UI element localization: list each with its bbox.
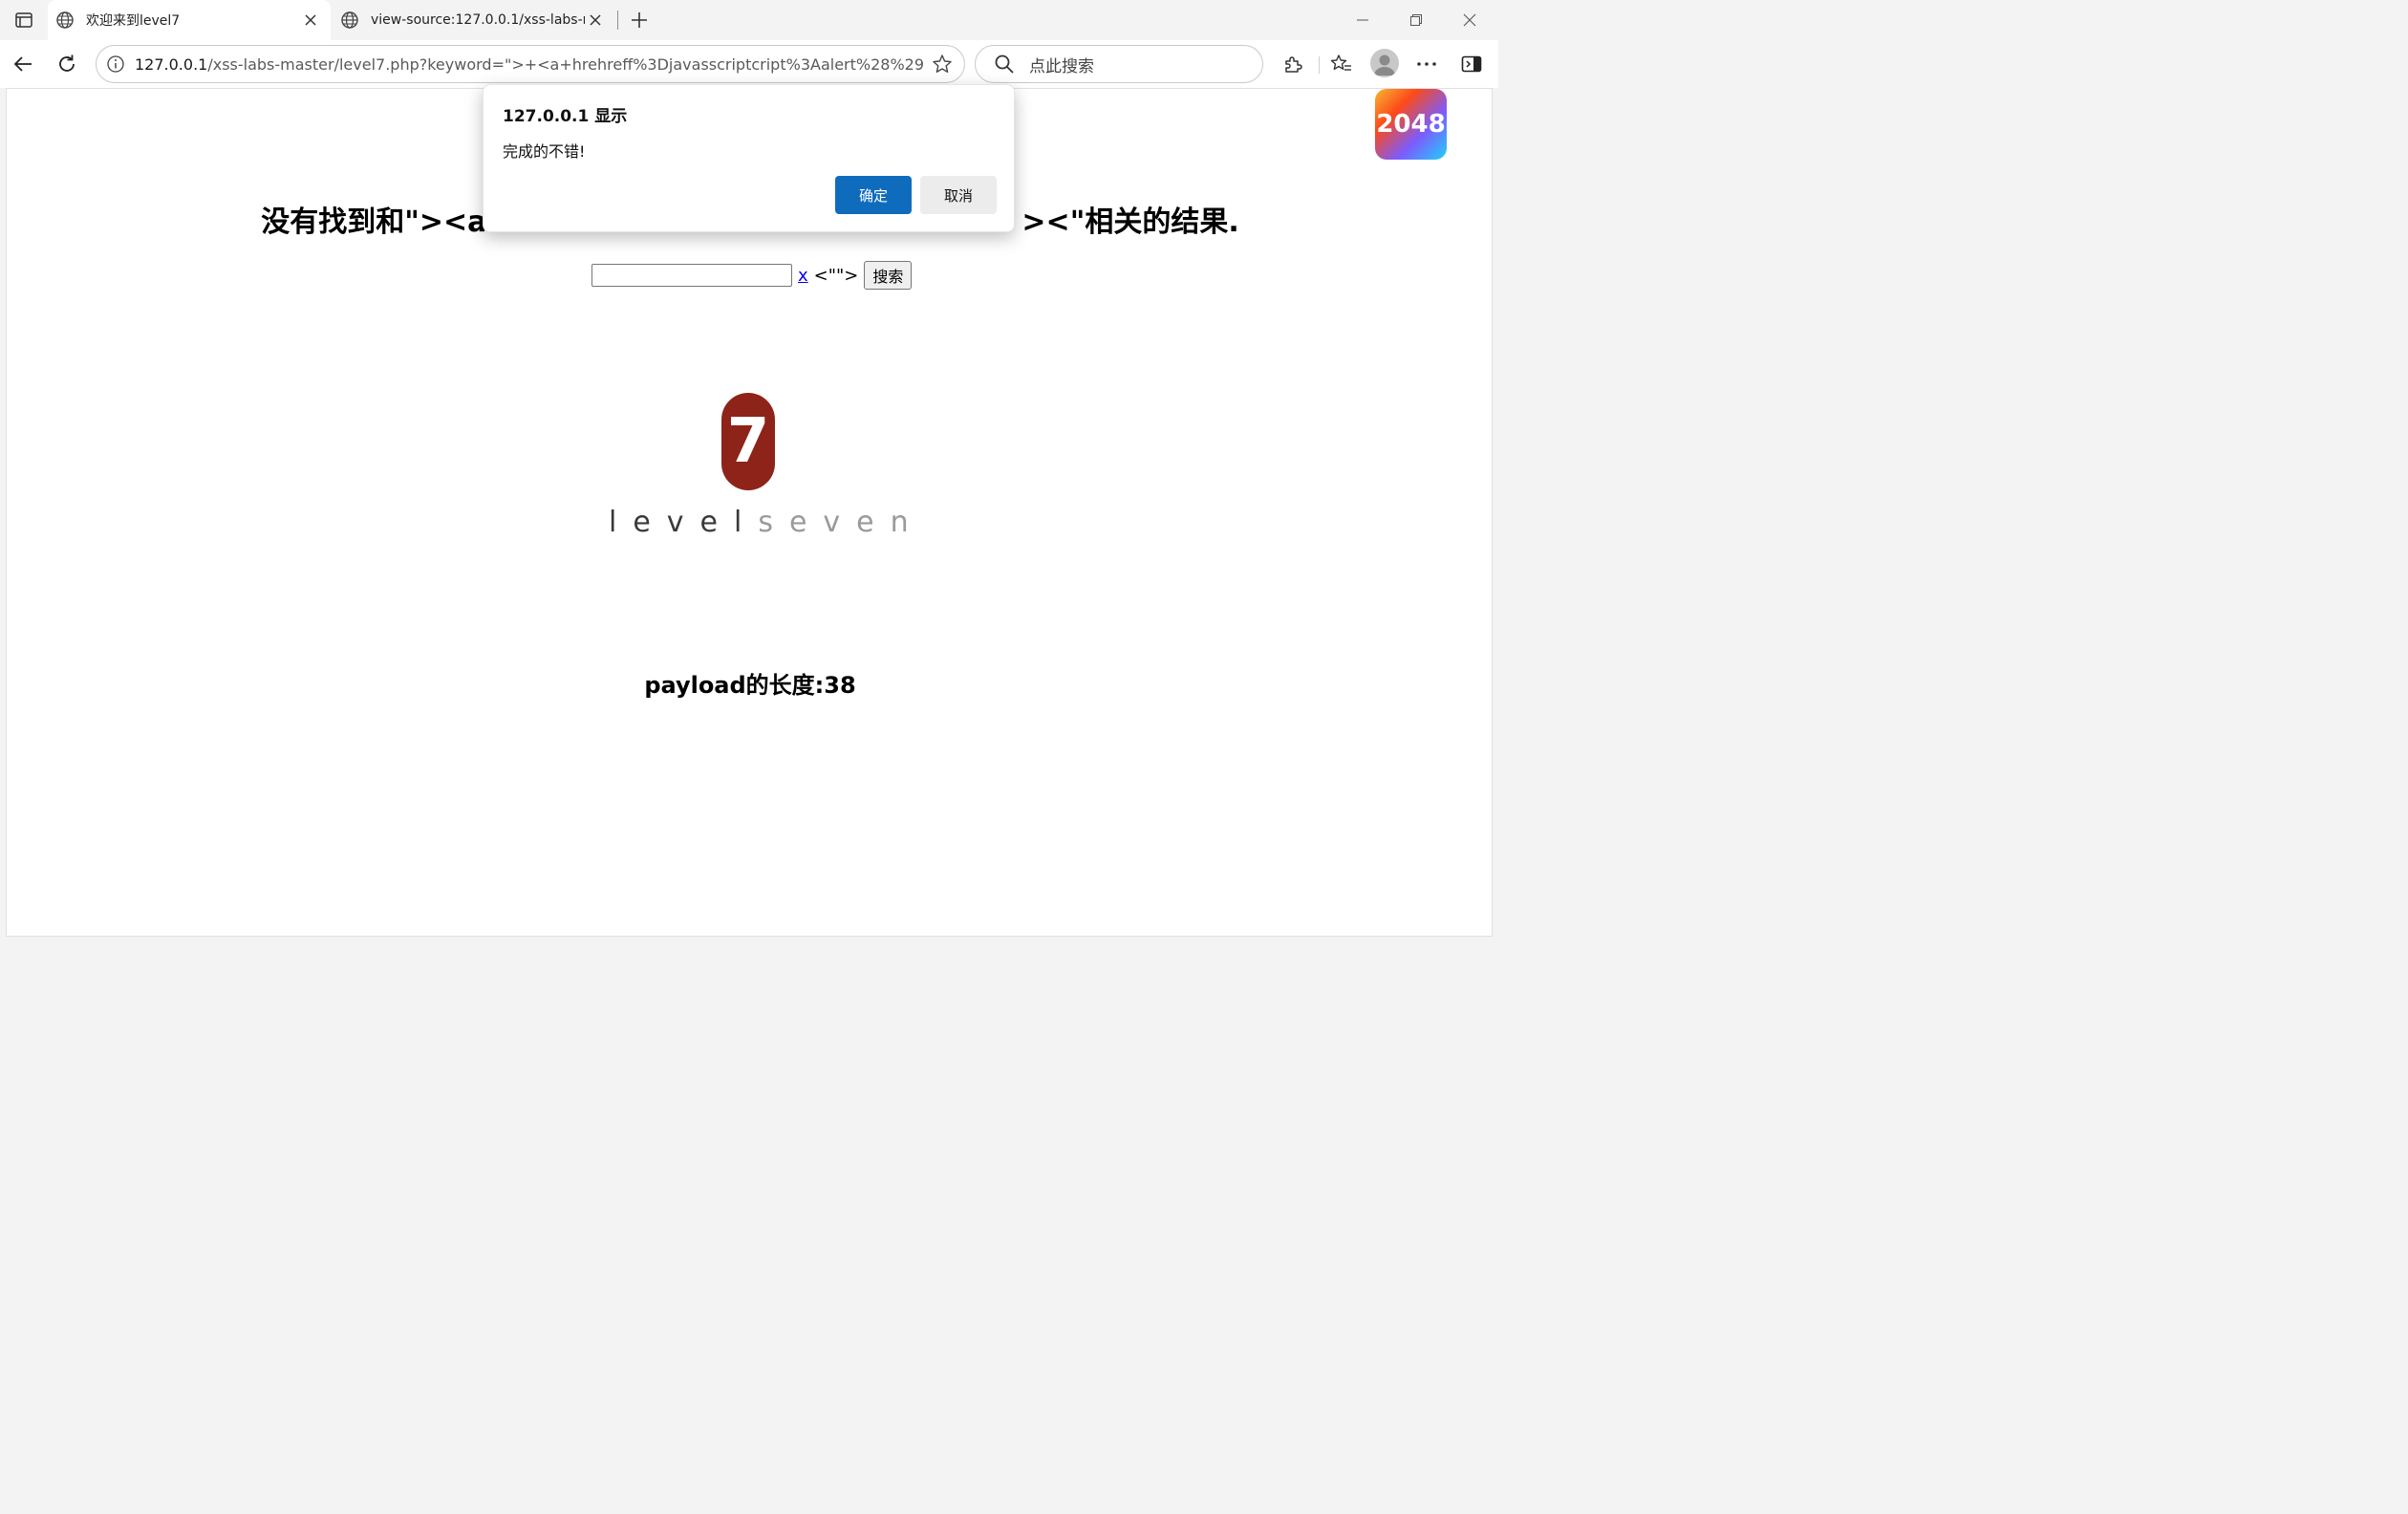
payload-length: payload的长度:38 — [644, 672, 856, 699]
globe-icon — [55, 11, 75, 30]
tab-title: view-source:127.0.0.1/xss-labs-ma — [371, 12, 585, 28]
heading-right: ><"相关的结果. — [1021, 205, 1239, 239]
back-button[interactable] — [6, 47, 40, 81]
close-icon[interactable] — [300, 10, 321, 31]
url-host: 127.0.0.1 — [135, 54, 208, 74]
close-icon[interactable] — [585, 10, 606, 31]
globe-icon — [340, 11, 359, 30]
alert-dialog: 127.0.0.1 显示 完成的不错! 确定 取消 — [483, 84, 1015, 232]
injected-text: <""> — [813, 265, 859, 286]
url-text[interactable]: 127.0.0.1/xss-labs-master/level7.php?key… — [135, 55, 923, 74]
minimize-icon — [1357, 19, 1368, 21]
window-close-button[interactable] — [1443, 0, 1496, 40]
tab-actions-button[interactable] — [8, 6, 40, 34]
search-icon — [983, 54, 1025, 75]
extensions-button[interactable] — [1276, 47, 1310, 81]
refresh-icon — [59, 54, 75, 72]
game-2048-badge[interactable]: 2048 — [1375, 89, 1447, 160]
sidebar-icon — [1461, 55, 1482, 73]
site-info-icon[interactable] — [97, 54, 135, 74]
tab-level7[interactable]: 欢迎来到level7 — [48, 0, 331, 40]
tab-view-source[interactable]: view-source:127.0.0.1/xss-labs-ma — [333, 0, 615, 40]
cancel-button[interactable]: 取消 — [920, 176, 997, 214]
keyword-input[interactable] — [591, 264, 792, 287]
toolbar-separator — [1319, 56, 1320, 74]
web-search-box[interactable]: 点此搜索 — [975, 45, 1263, 83]
logo-wordmark: levelseven — [609, 506, 909, 539]
favorites-list-icon — [1330, 54, 1351, 71]
ok-button[interactable]: 确定 — [835, 176, 912, 214]
tab-strip: 欢迎来到level7 view-source:127.0.0.1/xss-lab… — [0, 0, 1498, 40]
logo-word-dark: level — [609, 506, 759, 539]
search-form: x <""> 搜索 — [591, 261, 913, 290]
minimize-button[interactable] — [1336, 0, 1389, 40]
refresh-button[interactable] — [50, 47, 84, 81]
dialog-origin: 127.0.0.1 显示 — [503, 107, 628, 126]
injected-link[interactable]: x — [798, 266, 808, 286]
profile-avatar[interactable] — [1370, 49, 1399, 77]
puzzle-icon — [1285, 56, 1302, 73]
search-submit-button[interactable]: 搜索 — [864, 261, 913, 290]
logo-digit: 7 — [721, 393, 775, 490]
restore-icon — [1410, 14, 1422, 26]
close-icon — [1463, 13, 1476, 27]
heading-left: 没有找到和"><a — [261, 205, 487, 239]
logo-word-light: seven — [758, 506, 925, 539]
back-arrow-icon — [13, 56, 32, 72]
dialog-message: 完成的不错! — [503, 142, 586, 161]
url-path: /xss-labs-master/level7.php?keyword=">+<… — [207, 54, 923, 74]
new-tab-button[interactable] — [625, 6, 654, 34]
tab-title: 欢迎来到level7 — [86, 13, 181, 29]
tab-actions-icon — [15, 12, 32, 28]
browser-toolbar: 127.0.0.1/xss-labs-master/level7.php?key… — [0, 40, 1498, 88]
address-bar[interactable]: 127.0.0.1/xss-labs-master/level7.php?key… — [96, 45, 965, 83]
more-menu-button[interactable] — [1409, 47, 1444, 81]
favorite-star-icon[interactable] — [923, 54, 961, 75]
plus-icon — [632, 12, 647, 28]
tab-separator — [617, 11, 618, 30]
person-icon — [1374, 54, 1395, 76]
ellipsis-icon — [1417, 62, 1436, 66]
search-placeholder: 点此搜索 — [1029, 56, 1094, 76]
restore-button[interactable] — [1389, 0, 1443, 40]
sidebar-toggle-button[interactable] — [1454, 47, 1489, 81]
level-logo: 7 levelseven — [609, 393, 909, 546]
favorites-button[interactable] — [1324, 47, 1359, 81]
